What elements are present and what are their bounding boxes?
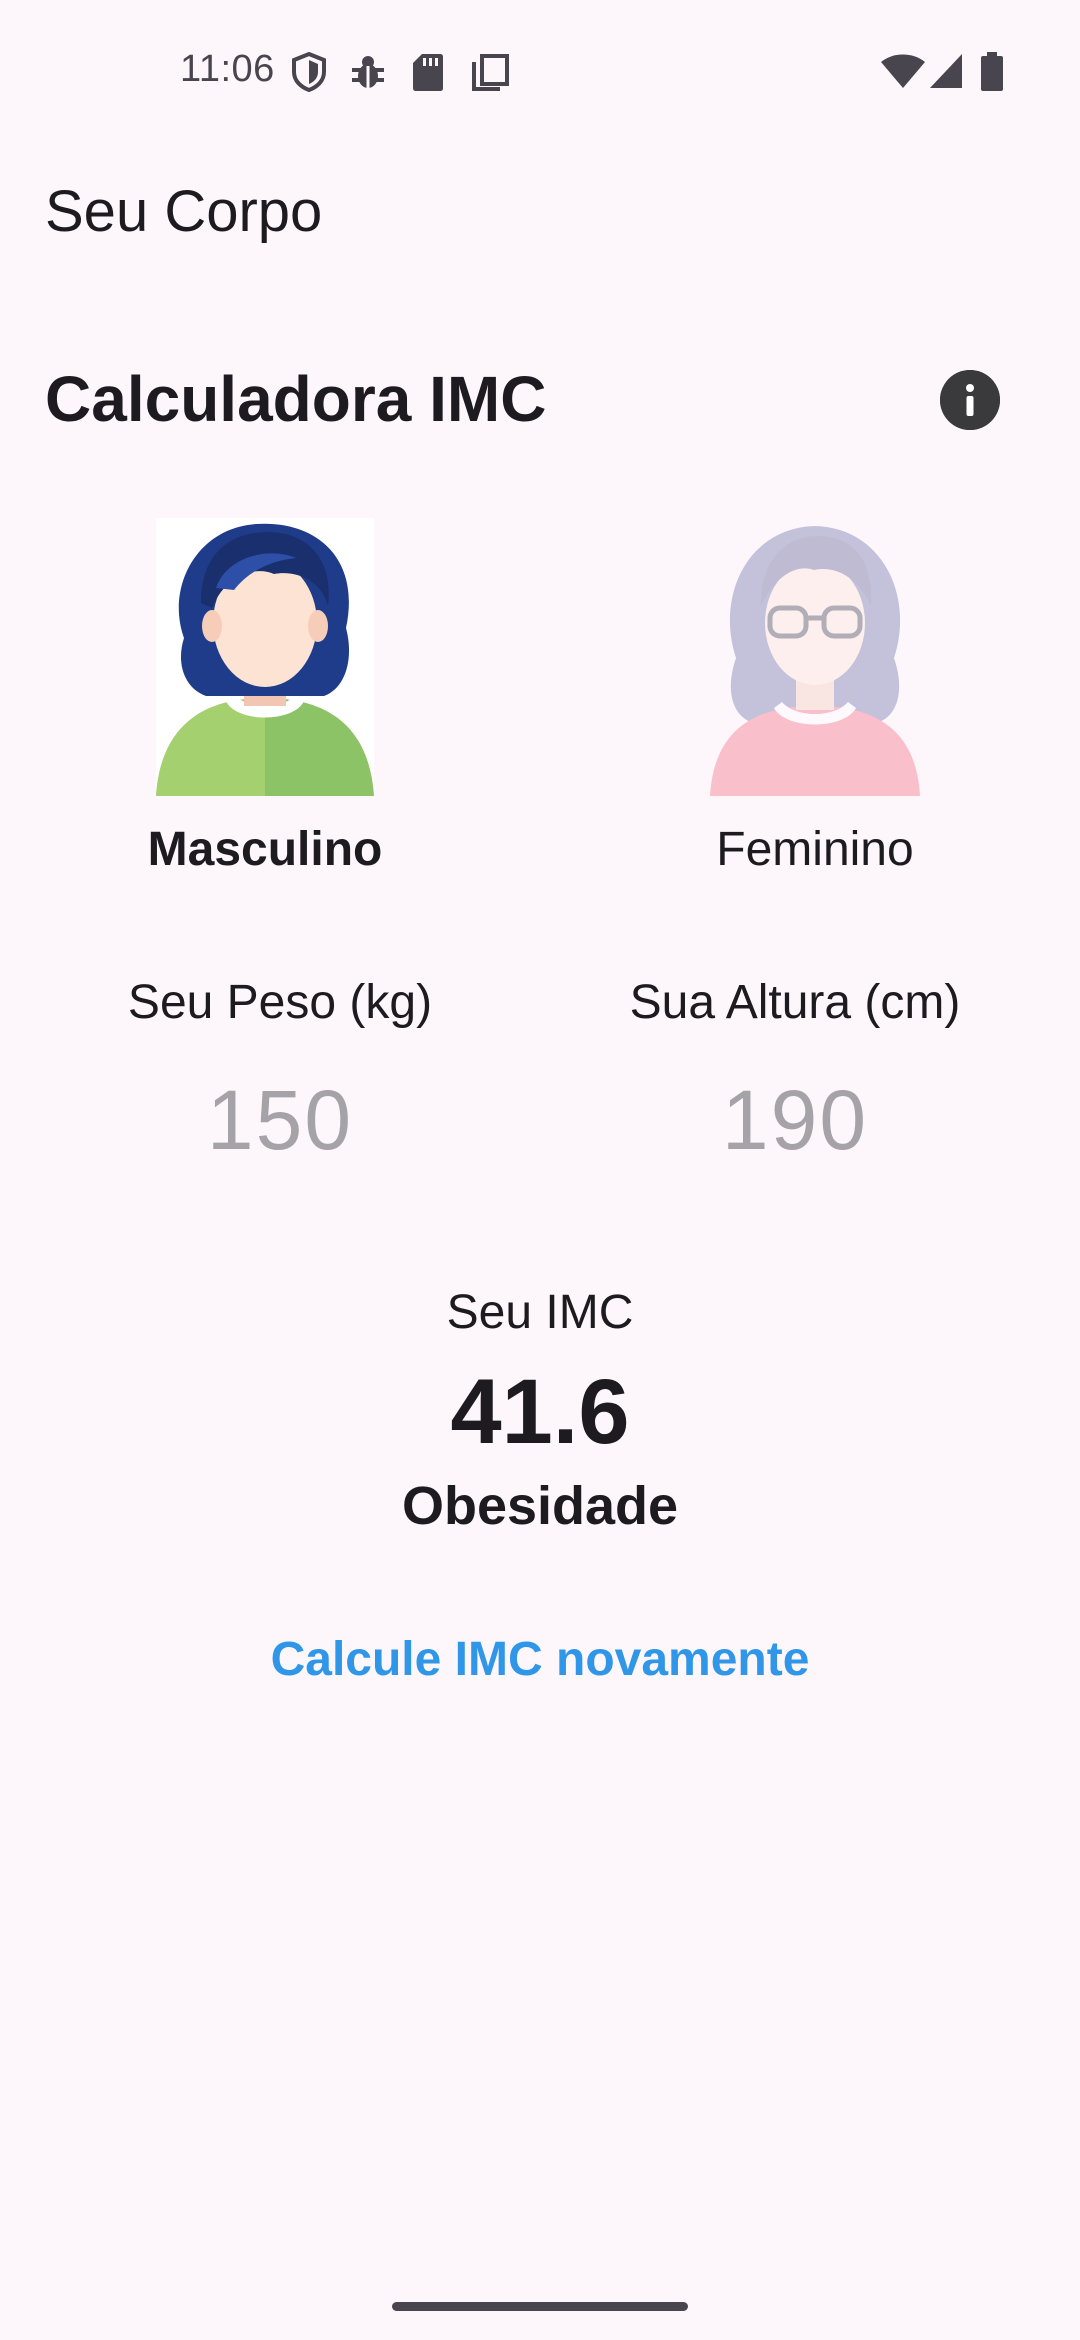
page-title: Calculadora IMC bbox=[45, 363, 547, 435]
recalculate-button[interactable]: Calcule IMC novamente bbox=[0, 1632, 1080, 1687]
gender-option-female[interactable]: Feminino bbox=[605, 518, 1025, 898]
bug-icon bbox=[350, 52, 386, 97]
weight-field: Seu Peso (kg) 150 bbox=[45, 975, 515, 1169]
gender-label-female: Feminino bbox=[716, 823, 914, 876]
gender-label-male: Masculino bbox=[147, 823, 383, 876]
bmi-result: Seu IMC 41.6 Obesidade bbox=[0, 1285, 1080, 1537]
bmi-result-label: Seu IMC bbox=[446, 1286, 634, 1339]
height-label: Sua Altura (cm) bbox=[629, 976, 961, 1029]
bmi-result-value: 41.6 bbox=[450, 1361, 630, 1463]
gender-option-male[interactable]: Masculino bbox=[55, 518, 475, 898]
info-icon[interactable] bbox=[940, 370, 1000, 430]
female-avatar bbox=[706, 518, 924, 796]
bmi-category: Obesidade bbox=[401, 1476, 679, 1536]
weight-input[interactable]: 150 bbox=[45, 1072, 515, 1169]
weight-label: Seu Peso (kg) bbox=[127, 976, 433, 1029]
signal-icon bbox=[928, 52, 964, 95]
status-bar: 11:06 bbox=[0, 0, 1080, 140]
height-input[interactable]: 190 bbox=[560, 1072, 1030, 1169]
app-bar-title: Seu Corpo bbox=[45, 179, 323, 244]
status-time: 11:06 bbox=[180, 48, 275, 90]
home-indicator[interactable] bbox=[392, 2302, 688, 2311]
male-avatar bbox=[156, 518, 374, 796]
sd-card-icon bbox=[412, 52, 444, 97]
shield-icon bbox=[290, 51, 328, 97]
copy-icon bbox=[470, 52, 510, 97]
wifi-icon bbox=[880, 52, 926, 95]
battery-icon bbox=[980, 52, 1004, 97]
height-field: Sua Altura (cm) 190 bbox=[560, 975, 1030, 1169]
